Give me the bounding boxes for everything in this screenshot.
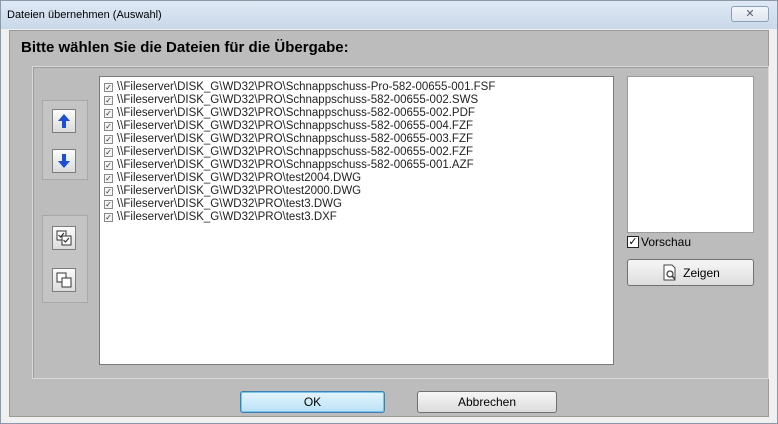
magnifier-page-icon: [663, 264, 676, 280]
list-item[interactable]: ✓ \\Fileserver\DISK_G\WD32\PRO\test2000.D…: [104, 185, 361, 197]
file-path: \\Fileserver\DISK_G\WD32\PRO\Schnappschu…: [117, 81, 496, 93]
window-title: Dateien übernehmen (Auswahl): [7, 9, 162, 21]
preview-pane: [627, 76, 754, 233]
item-checkbox[interactable]: ✓: [104, 108, 113, 118]
file-path: \\Fileserver\DISK_G\WD32\PRO\Schnappschu…: [117, 94, 479, 106]
list-item[interactable]: ✓ \\Fileserver\DISK_G\WD32\PRO\test3.DXF: [104, 211, 337, 223]
title-bar[interactable]: Dateien übernehmen (Auswahl) ✕: [1, 1, 777, 29]
close-icon: ✕: [745, 8, 755, 20]
show-button[interactable]: Zeigen: [627, 259, 754, 286]
dialog-window: Dateien übernehmen (Auswahl) ✕ Bitte wäh…: [0, 0, 778, 424]
cancel-button[interactable]: Abbrechen: [417, 391, 557, 413]
list-item[interactable]: ✓ \\Fileserver\DISK_G\WD32\PRO\Schnappsch…: [104, 94, 478, 106]
item-checkbox[interactable]: ✓: [104, 160, 113, 170]
arrow-down-icon: [58, 154, 70, 168]
reorder-group: [42, 100, 88, 180]
item-checkbox[interactable]: ✓: [104, 134, 113, 144]
select-all-icon: [56, 230, 72, 246]
item-checkbox[interactable]: ✓: [104, 82, 113, 92]
show-button-label: Zeigen: [683, 265, 720, 280]
move-down-button[interactable]: [52, 149, 76, 173]
file-path: \\Fileserver\DISK_G\WD32\PRO\test3.DXF: [117, 211, 337, 223]
item-checkbox[interactable]: ✓: [104, 212, 113, 222]
list-item[interactable]: ✓ \\Fileserver\DISK_G\WD32\PRO\Schnappsch…: [104, 159, 474, 171]
file-path: \\Fileserver\DISK_G\WD32\PRO\Schnappschu…: [117, 146, 474, 158]
file-path: \\Fileserver\DISK_G\WD32\PRO\test2000.DW…: [117, 185, 362, 197]
list-item[interactable]: ✓ \\Fileserver\DISK_G\WD32\PRO\Schnappsch…: [104, 133, 473, 145]
preview-checkbox[interactable]: ✓: [627, 236, 639, 248]
selection-group: [42, 215, 88, 303]
file-path: \\Fileserver\DISK_G\WD32\PRO\Schnappschu…: [117, 133, 474, 145]
file-path: \\Fileserver\DISK_G\WD32\PRO\test2004.DW…: [117, 172, 362, 184]
file-list[interactable]: ✓ \\Fileserver\DISK_G\WD32\PRO\Schnappsch…: [99, 76, 614, 365]
list-item[interactable]: ✓ \\Fileserver\DISK_G\WD32\PRO\test3.DWG: [104, 198, 342, 210]
item-checkbox[interactable]: ✓: [104, 121, 113, 131]
dialog-heading: Bitte wählen Sie die Dateien für die Übe…: [21, 39, 349, 56]
item-checkbox[interactable]: ✓: [104, 147, 113, 157]
list-item[interactable]: ✓ \\Fileserver\DISK_G\WD32\PRO\Schnappsch…: [104, 81, 495, 93]
item-checkbox[interactable]: ✓: [104, 186, 113, 196]
arrow-up-icon: [58, 114, 70, 128]
file-path: \\Fileserver\DISK_G\WD32\PRO\test3.DWG: [117, 198, 342, 210]
cancel-button-label: Abbrechen: [457, 395, 517, 409]
ok-button[interactable]: OK: [240, 391, 385, 413]
item-checkbox[interactable]: ✓: [104, 95, 113, 105]
list-item[interactable]: ✓ \\Fileserver\DISK_G\WD32\PRO\Schnappsch…: [104, 120, 473, 132]
preview-checkbox-label: Vorschau: [641, 235, 692, 249]
file-path: \\Fileserver\DISK_G\WD32\PRO\Schnappschu…: [117, 120, 474, 132]
close-button[interactable]: ✕: [731, 6, 769, 22]
deselect-all-icon: [56, 272, 72, 288]
deselect-all-button[interactable]: [52, 268, 76, 292]
select-all-button[interactable]: [52, 226, 76, 250]
ok-button-label: OK: [303, 395, 322, 409]
item-checkbox[interactable]: ✓: [104, 199, 113, 209]
list-item[interactable]: ✓ \\Fileserver\DISK_G\WD32\PRO\Schnappsch…: [104, 146, 473, 158]
item-checkbox[interactable]: ✓: [104, 173, 113, 183]
file-path: \\Fileserver\DISK_G\WD32\PRO\Schnappschu…: [117, 159, 474, 171]
move-up-button[interactable]: [52, 109, 76, 133]
list-item[interactable]: ✓ \\Fileserver\DISK_G\WD32\PRO\Schnappsch…: [104, 107, 475, 119]
file-path: \\Fileserver\DISK_G\WD32\PRO\Schnappschu…: [117, 107, 475, 119]
list-item[interactable]: ✓ \\Fileserver\DISK_G\WD32\PRO\test2004.D…: [104, 172, 361, 184]
preview-toggle[interactable]: ✓ Vorschau: [627, 235, 691, 249]
